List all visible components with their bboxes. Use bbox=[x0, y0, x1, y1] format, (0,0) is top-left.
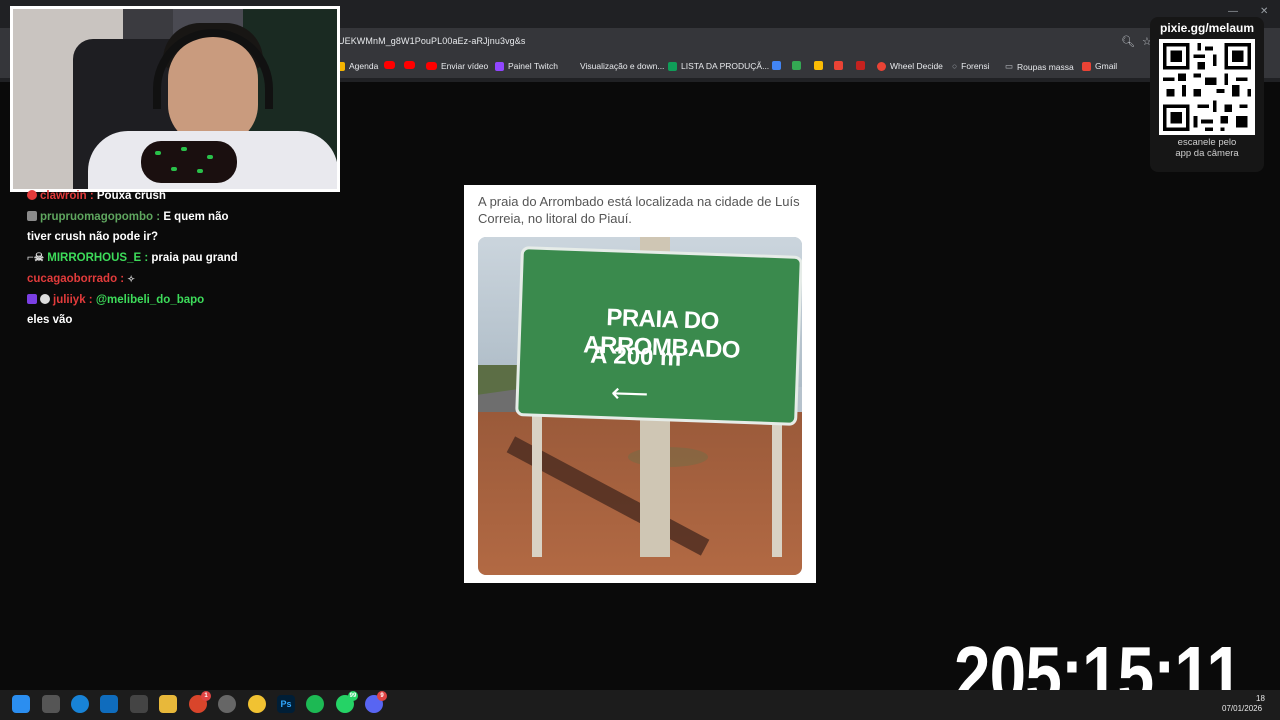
windows-start-icon[interactable] bbox=[12, 695, 30, 713]
bookmark-visualizacao[interactable]: Visualização e down... bbox=[580, 61, 664, 71]
meme-image: A praia do Arrombado está localizada na … bbox=[464, 185, 816, 583]
bookmark-keep[interactable] bbox=[814, 61, 823, 70]
youtube-icon bbox=[404, 61, 415, 69]
qr-caption: escanele pelo app da câmera bbox=[1175, 137, 1239, 159]
chat-username: cucagaoborrado bbox=[27, 272, 118, 285]
app-icon bbox=[772, 61, 781, 70]
badge-icon bbox=[27, 210, 37, 221]
webcam-feed bbox=[10, 6, 340, 192]
emote-icon: ✧ bbox=[127, 273, 135, 284]
zoom-icon[interactable]: 🔍︎ bbox=[1121, 35, 1135, 48]
bookmark-extra-2[interactable] bbox=[834, 61, 843, 70]
chat-message: juliiyk : @melibeli_do_bapo eles vão bbox=[27, 293, 205, 327]
bookmark-extra-3[interactable] bbox=[856, 61, 865, 70]
file-explorer-icon[interactable] bbox=[159, 695, 177, 713]
close-icon[interactable]: ✕ bbox=[1260, 6, 1268, 17]
sheets-icon bbox=[668, 61, 677, 71]
youtube-icon bbox=[426, 62, 437, 70]
chat-text: Pouxa crush bbox=[96, 190, 166, 202]
sub-badge-icon bbox=[27, 293, 37, 304]
bookmark-youtube-2[interactable] bbox=[404, 61, 415, 69]
chat-text: eles vão bbox=[27, 314, 73, 327]
bookmark-extra-1[interactable] bbox=[772, 61, 781, 70]
chrome-icon[interactable] bbox=[248, 695, 266, 713]
chat-username: prupruomagopombo bbox=[40, 210, 154, 223]
page-icon: ○ bbox=[952, 61, 958, 71]
chat-mention: @melibeli_do_bapo bbox=[95, 293, 205, 306]
youtube-icon bbox=[384, 61, 395, 69]
clock-time[interactable]: 18 bbox=[1256, 694, 1265, 703]
taskbar: 1 Ps 99 9 18 07/01/2026 bbox=[0, 690, 1280, 720]
minimize-icon[interactable]: — bbox=[1228, 6, 1238, 17]
spotify-icon[interactable] bbox=[306, 695, 324, 713]
store-icon[interactable] bbox=[130, 695, 148, 713]
chat-message: prupruomagopombo : E quem não tiver crus… bbox=[27, 210, 229, 244]
bookmark-gmail[interactable]: Gmail bbox=[1082, 61, 1117, 71]
photoshop-icon[interactable]: Ps bbox=[277, 695, 295, 713]
bookmark-painel-twitch[interactable]: Painel Twitch bbox=[495, 61, 558, 71]
heart-icon bbox=[27, 190, 37, 200]
bookmark-forensi[interactable]: ○ Forensi bbox=[952, 61, 989, 71]
chat-text: praia pau grand bbox=[151, 252, 238, 265]
bookmark-youtube-1[interactable] bbox=[384, 61, 395, 69]
chat-message: cucagaoborrado : ✧ bbox=[27, 272, 135, 285]
gmail-icon bbox=[856, 61, 865, 70]
chat-username: clawroin bbox=[40, 190, 87, 202]
road-sign: PRAIA DO ARROMBADO A 200 m ⟵ bbox=[515, 246, 802, 426]
discord-icon[interactable]: 9 bbox=[365, 691, 387, 713]
app-icon bbox=[834, 61, 843, 70]
bookmark-drive[interactable] bbox=[792, 61, 801, 70]
edge-icon[interactable] bbox=[71, 695, 89, 713]
twitch-icon bbox=[495, 61, 504, 71]
bookmark-agenda[interactable]: Agenda bbox=[336, 61, 378, 71]
app-icon[interactable] bbox=[218, 695, 236, 713]
qr-code bbox=[1159, 39, 1255, 135]
chat-message: ⌐☠ MIRRORHOUS_E : praia pau grand bbox=[27, 252, 238, 265]
outlook-icon[interactable] bbox=[100, 695, 118, 713]
folder-icon: ▭ bbox=[1005, 61, 1014, 71]
bookmark-wheel-decide[interactable]: Wheel Decide bbox=[877, 61, 943, 71]
sign-photo: PRAIA DO ARROMBADO A 200 m ⟵ bbox=[478, 237, 802, 575]
meme-caption: A praia do Arrombado está localizada na … bbox=[478, 194, 800, 226]
chat-username: MIRRORHOUS_E bbox=[47, 252, 142, 265]
url-text[interactable]: UEKWMnM_g8W1PouPL00aEz-aRJjnu3vg&s bbox=[338, 36, 525, 46]
keep-icon bbox=[814, 61, 823, 70]
sign-line-2: A 200 m bbox=[589, 341, 682, 372]
qr-url: pixie.gg/melaum bbox=[1159, 21, 1255, 35]
bookmark-enviar-video[interactable]: Enviar vídeo bbox=[426, 61, 488, 71]
bookmark-lista-producao[interactable]: LISTA DA PRODUÇÃ... bbox=[668, 61, 769, 71]
chat-message: clawroin : Pouxa crush bbox=[27, 186, 247, 207]
badge-icon bbox=[40, 293, 50, 304]
whatsapp-icon[interactable]: 99 bbox=[336, 691, 358, 713]
task-view-icon[interactable] bbox=[42, 695, 60, 713]
arrow-left-icon: ⟵ bbox=[610, 377, 649, 409]
qr-widget: pixie.gg/melaum escanele pelo app da câm… bbox=[1150, 17, 1264, 172]
app-icon[interactable]: 1 bbox=[189, 691, 211, 713]
wheel-icon bbox=[877, 61, 886, 71]
chat-username: juliiyk bbox=[53, 293, 86, 306]
clock-date[interactable]: 07/01/2026 bbox=[1222, 704, 1262, 713]
stream-chat: clawroin : Pouxa crush prupruomagopombo … bbox=[27, 186, 247, 331]
glasses-icon: ⌐ bbox=[27, 252, 34, 265]
gmail-icon bbox=[1082, 61, 1091, 71]
drive-icon bbox=[792, 61, 801, 70]
microphone bbox=[141, 141, 237, 183]
bookmark-roupas-massa[interactable]: ▭ Roupas massa bbox=[1005, 61, 1074, 72]
skull-icon: ☠ bbox=[33, 252, 48, 265]
